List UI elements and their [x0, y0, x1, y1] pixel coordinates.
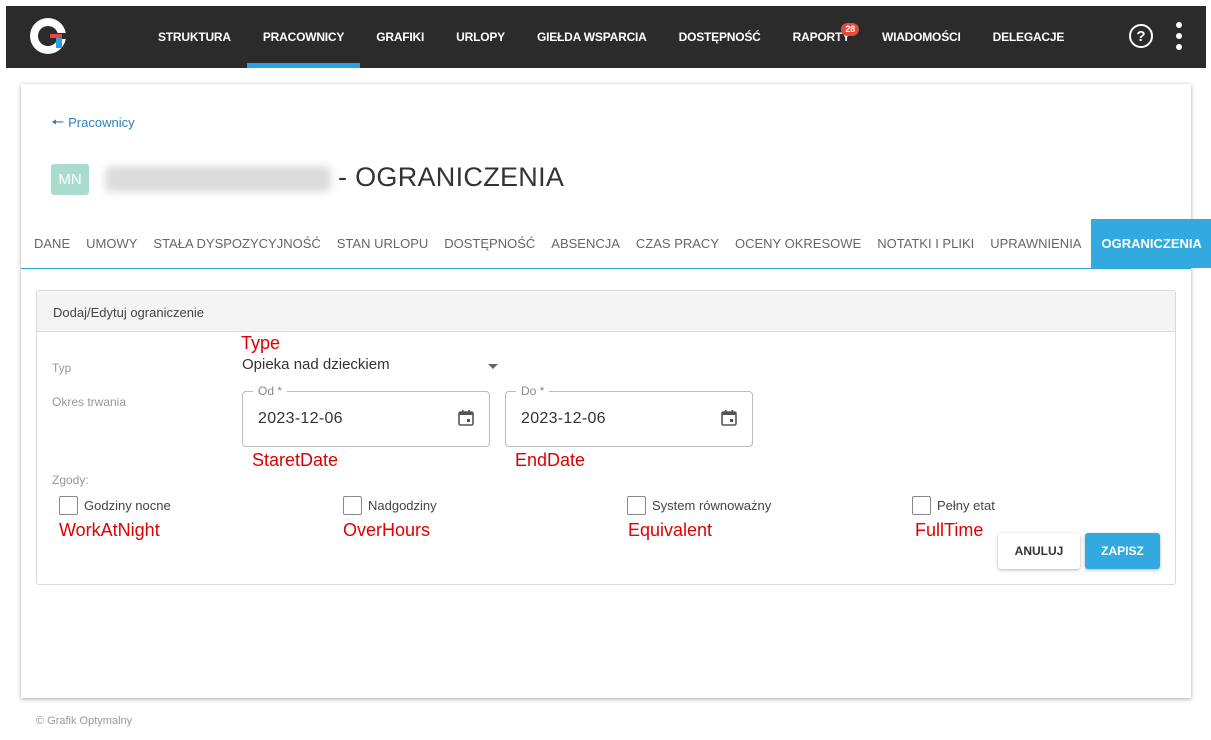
start-date-legend: Od * [253, 384, 288, 398]
start-date-field[interactable]: Od * 2023-12-06 [242, 384, 490, 447]
nav-item-pracownicy[interactable]: PRACOWNICY [247, 6, 360, 68]
annotation-start-date: StaretDate [252, 450, 339, 470]
nav-item-dostepnosc[interactable]: DOSTĘPNOŚĆ [663, 6, 777, 68]
arrow-left-icon: 🠔 [51, 114, 65, 131]
checkbox-label: Godziny nocne [84, 498, 171, 513]
checkbox-nadgodziny[interactable]: Nadgodziny [343, 496, 437, 515]
annotation-end-date: EndDate [515, 450, 586, 470]
annotation-over-hours: OverHours [343, 520, 431, 540]
tab-czas-pracy[interactable]: CZAS PRACY [628, 219, 727, 268]
tab-dane[interactable]: DANE [21, 219, 78, 268]
start-date-value: 2023-12-06 [258, 410, 343, 427]
checkbox-pelny-etat[interactable]: Pełny etat [912, 496, 995, 515]
tab-stan-urlopu[interactable]: STAN URLOPU [329, 219, 437, 268]
annotation-full-time: FullTime [915, 520, 984, 540]
consents-label: Zgody: [52, 473, 89, 487]
tab-dostepnosc[interactable]: DOSTĘPNOŚĆ [436, 219, 543, 268]
restriction-form-panel: Dodaj/Edytuj ograniczenie Type Typ Opiek… [36, 290, 1176, 585]
cancel-button[interactable]: ANULUJ [998, 533, 1080, 569]
type-select[interactable]: Opieka nad dzieckiem [242, 356, 498, 382]
breadcrumb-back-link[interactable]: 🠔 Pracownicy [51, 115, 135, 130]
checkbox-godziny-nocne[interactable]: Godziny nocne [59, 496, 171, 515]
main-nav: STRUKTURA PRACOWNICY GRAFIKI URLOPY GIEŁ… [142, 6, 1080, 68]
employee-tabs: DANE UMOWY STAŁA DYSPOZYCYJNOŚĆ STAN URL… [21, 219, 1211, 269]
checkbox-box[interactable] [627, 496, 646, 515]
nav-item-struktura[interactable]: STRUKTURA [142, 6, 247, 68]
period-label: Okres trwania [52, 395, 127, 409]
page-title: - OGRANICZENIA [338, 162, 565, 192]
calendar-icon[interactable] [720, 409, 738, 427]
end-date-legend: Do * [516, 384, 550, 398]
more-menu-icon[interactable] [1174, 22, 1184, 50]
tab-umowy[interactable]: UMOWY [78, 219, 145, 268]
checkbox-box[interactable] [343, 496, 362, 515]
employee-card: 🠔 Pracownicy MN - OGRANICZENIA DANE UMOW… [21, 84, 1211, 698]
tab-oceny-okresowe[interactable]: OCENY OKRESOWE [727, 219, 869, 268]
calendar-icon[interactable] [457, 409, 475, 427]
annotation-type: Type [241, 333, 281, 353]
tab-stala-dyspozycyjnosc[interactable]: STAŁA DYSPOZYCYJNOŚĆ [145, 219, 328, 268]
checkbox-system-rownowazny[interactable]: System równoważny [627, 496, 771, 515]
tab-absencja[interactable]: ABSENCJA [543, 219, 628, 268]
checkbox-box[interactable] [59, 496, 78, 515]
annotation-equivalent: Equivalent [628, 520, 713, 540]
checkbox-label: Pełny etat [937, 498, 995, 513]
save-button[interactable]: ZAPISZ [1085, 533, 1160, 569]
checkbox-label: System równoważny [652, 498, 772, 513]
nav-item-delegacje[interactable]: DELEGACJE [977, 6, 1081, 68]
employee-name-blurred [105, 166, 331, 192]
tab-uprawnienia[interactable]: UPRAWNIENIA [982, 219, 1089, 268]
checkbox-label: Nadgodziny [368, 498, 437, 513]
end-date-value: 2023-12-06 [521, 410, 606, 427]
help-icon[interactable]: ? [1129, 24, 1153, 48]
nav-item-raporty[interactable]: RAPORTY 28 [777, 6, 866, 68]
nav-item-gielda-wsparcia[interactable]: GIEŁDA WSPARCIA [521, 6, 663, 68]
caret-down-icon [488, 364, 498, 369]
tab-notatki-i-pliki[interactable]: NOTATKI I PLIKI [869, 219, 982, 268]
tab-ograniczenia[interactable]: OGRANICZENIA [1091, 219, 1211, 268]
annotation-work-at-night: WorkAtNight [59, 520, 160, 540]
breadcrumb-label: Pracownicy [68, 115, 135, 130]
panel-header: Dodaj/Edytuj ograniczenie [37, 291, 1175, 332]
top-navbar: STRUKTURA PRACOWNICY GRAFIKI URLOPY GIEŁ… [6, 6, 1206, 68]
nav-item-wiadomosci[interactable]: WIADOMOŚCI [866, 6, 977, 68]
checkbox-box[interactable] [912, 496, 931, 515]
avatar: MN [51, 164, 89, 195]
footer-copyright: © Grafik Optymalny [36, 715, 133, 727]
type-label: Typ [52, 361, 72, 375]
nav-item-urlopy[interactable]: URLOPY [440, 6, 521, 68]
app-logo-icon[interactable] [28, 16, 68, 56]
nav-item-grafiki[interactable]: GRAFIKI [360, 6, 440, 68]
end-date-field[interactable]: Do * 2023-12-06 [505, 384, 753, 447]
type-select-value: Opieka nad dzieckiem [242, 356, 390, 373]
notification-badge: 28 [841, 23, 859, 36]
